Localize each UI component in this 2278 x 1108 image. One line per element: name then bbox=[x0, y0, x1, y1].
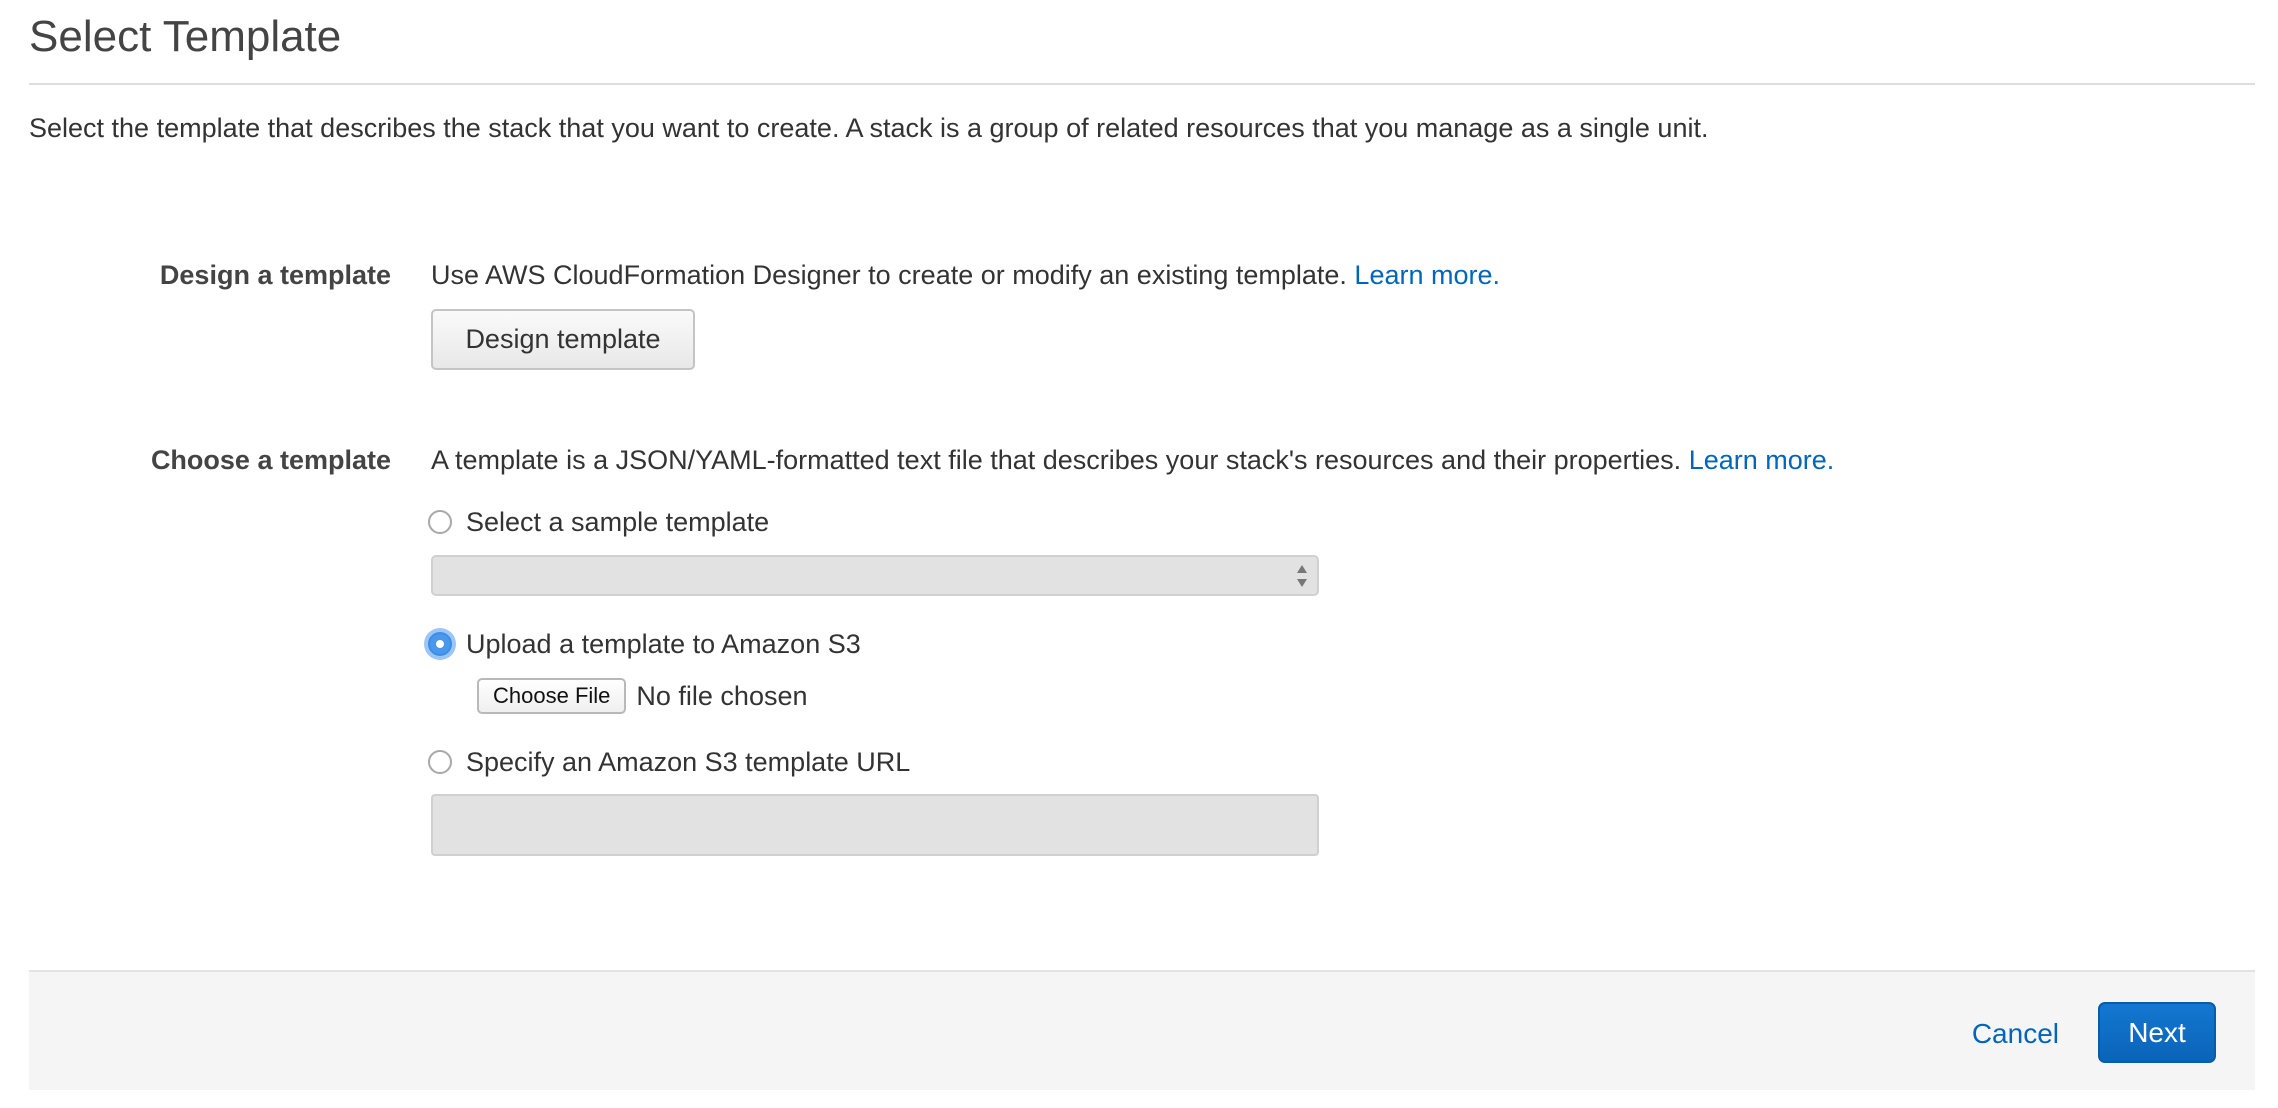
design-template-description: Use AWS CloudFormation Designer to creat… bbox=[431, 258, 1500, 292]
file-upload-control: Choose File No file chosen bbox=[477, 678, 808, 714]
file-status-text: No file chosen bbox=[636, 681, 808, 711]
s3-template-url-input[interactable] bbox=[431, 794, 1319, 856]
radio-upload-s3-label: Upload a template to Amazon S3 bbox=[466, 629, 861, 659]
wizard-footer: Cancel Next bbox=[29, 970, 2255, 1090]
choose-template-description-text: A template is a JSON/YAML-formatted text… bbox=[431, 445, 1682, 475]
design-template-label: Design a template bbox=[159, 260, 391, 290]
choose-file-button[interactable]: Choose File bbox=[477, 678, 627, 714]
design-learn-more-link[interactable]: Learn more. bbox=[1354, 260, 1500, 290]
choose-learn-more-link[interactable]: Learn more. bbox=[1689, 445, 1835, 475]
radio-sample-template-label: Select a sample template bbox=[466, 507, 770, 537]
sample-template-select[interactable] bbox=[431, 555, 1319, 596]
radio-s3-url-label: Specify an Amazon S3 template URL bbox=[466, 747, 911, 777]
title-divider bbox=[29, 83, 2255, 85]
radio-option-upload-s3[interactable]: Upload a template to Amazon S3 bbox=[428, 627, 861, 661]
select-updown-arrows-icon bbox=[1297, 565, 1307, 587]
select-template-page: Select Template Select the template that… bbox=[0, 0, 2278, 1108]
radio-s3-url[interactable] bbox=[428, 750, 452, 774]
radio-option-sample-template[interactable]: Select a sample template bbox=[428, 505, 769, 539]
radio-sample-template[interactable] bbox=[428, 510, 452, 534]
choose-template-label: Choose a template bbox=[150, 445, 391, 475]
design-template-description-text: Use AWS CloudFormation Designer to creat… bbox=[431, 260, 1347, 290]
design-template-button[interactable]: Design template bbox=[431, 309, 695, 370]
page-description: Select the template that describes the s… bbox=[29, 113, 1709, 143]
choose-template-description: A template is a JSON/YAML-formatted text… bbox=[431, 443, 1834, 477]
page-title: Select Template bbox=[29, 12, 342, 61]
next-button[interactable]: Next bbox=[2098, 1002, 2216, 1063]
radio-option-s3-url[interactable]: Specify an Amazon S3 template URL bbox=[428, 745, 910, 779]
radio-upload-s3[interactable] bbox=[428, 632, 452, 656]
cancel-link[interactable]: Cancel bbox=[1972, 1017, 2059, 1051]
